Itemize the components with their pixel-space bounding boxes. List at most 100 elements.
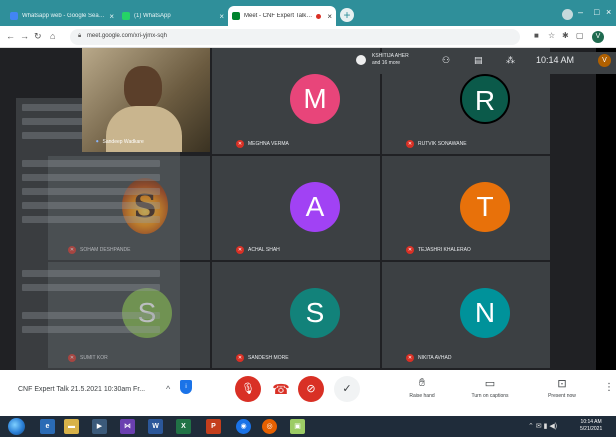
screen: Whatsapp web - Google Search × (1) Whats… [0, 0, 616, 437]
more-options-icon[interactable]: ⋮ [604, 382, 614, 393]
present-label: Present now [548, 393, 576, 399]
address-bar: ← → ↻ ⌂ 🔒︎ meet.google.com/xri-yjmx-sqh … [0, 26, 616, 48]
name-text: RUTVIK SONAWANE [418, 141, 467, 147]
close-window-icon[interactable]: × [606, 7, 611, 17]
document-line [22, 188, 160, 195]
participant-avatar: S [290, 288, 340, 338]
participant-tile[interactable]: T ✕ TEJASHRI KHALERAO [382, 156, 550, 260]
document-line [22, 284, 160, 291]
taskbar-clock[interactable]: 10:14 AM 5/21/2021 [580, 419, 602, 433]
check-icon: ✓ [342, 383, 352, 395]
avatar-initial: A [305, 191, 325, 222]
close-icon[interactable]: × [109, 12, 114, 21]
meeting-title[interactable]: CNF Expert Talk 21.5.2021 10:30am Fr... [18, 386, 145, 393]
start-button[interactable] [8, 418, 25, 435]
camera-toggle-button[interactable]: ⊘ [298, 376, 324, 402]
firefox-icon[interactable]: ◎ [262, 419, 277, 434]
participant-tile[interactable]: A ✕ ACHAL SHAH [212, 156, 380, 260]
system-tray-icons[interactable]: ⌃ ✉ ▮ ◀︎) [528, 422, 557, 430]
visual-studio-icon[interactable]: ⋈ [120, 419, 135, 434]
camera-name-label: ⦁ Sandeep Wadkare [96, 139, 144, 145]
maximize-icon[interactable]: □ [594, 7, 599, 17]
mic-off-icon: ✕ [236, 246, 244, 254]
participant-name: ✕ MEGHNA VERMA [236, 140, 289, 148]
clock-time: 10:14 AM [580, 419, 602, 425]
close-icon[interactable]: × [327, 12, 332, 21]
self-camera-tile[interactable]: ⦁ Sandeep Wadkare [82, 48, 210, 152]
new-tab-button[interactable]: + [340, 8, 354, 22]
recording-icon [316, 13, 322, 19]
profile-icon[interactable] [562, 9, 573, 20]
chrome-icon[interactable]: ◉ [236, 419, 251, 434]
participant-name: ✕ SANDESH MORE [236, 354, 289, 362]
close-icon[interactable]: × [219, 12, 224, 21]
tab-meet[interactable]: Meet - CNF Expert Talk 21.5 × [228, 6, 336, 26]
browser-tab-strip: Whatsapp web - Google Search × (1) Whats… [0, 0, 616, 26]
url-input[interactable]: 🔒︎ meet.google.com/xri-yjmx-sqh [70, 29, 520, 45]
name-text: ACHAL SHAH [248, 247, 280, 253]
app-icon[interactable]: ▣ [290, 419, 305, 434]
confirm-button[interactable]: ✓ [334, 376, 360, 402]
mic-off-icon: ✕ [406, 140, 414, 148]
chevron-up-icon[interactable]: ^ [166, 384, 170, 394]
stage-edge [596, 48, 616, 370]
name-text: SANDESH MORE [248, 355, 289, 361]
leave-call-button[interactable]: ☎︎ [268, 376, 294, 402]
meet-favicon-icon [232, 12, 240, 20]
participant-name: ✕ TEJASHRI KHALERAO [406, 246, 471, 254]
participants-summary[interactable]: KSHITIJA AHER and 16 more [372, 53, 432, 67]
activities-icon[interactable]: ⁂ [506, 55, 515, 66]
document-line [22, 202, 160, 209]
participant-tile[interactable]: N ✕ NIKITA AVHAD [382, 262, 550, 368]
raise-hand-label: Raise hand [409, 393, 435, 399]
windows-taskbar: e ▬ ▶ ⋈ W X P ◉ ◎ ▣ ⌃ ✉ ▮ ◀︎) 10:14 AM 5… [0, 416, 616, 437]
powerpoint-icon[interactable]: P [206, 419, 221, 434]
media-player-icon[interactable]: ▶ [92, 419, 107, 434]
url-text: meet.google.com/xri-yjmx-sqh [86, 33, 167, 39]
minimize-icon[interactable]: – [578, 7, 583, 17]
clock-date: 5/21/2021 [580, 426, 603, 432]
excel-icon[interactable]: X [176, 419, 191, 434]
name-text: TEJASHRI KHALERAO [418, 247, 471, 253]
captions-button[interactable]: ▭ Turn on captions [460, 377, 520, 399]
chat-icon[interactable]: ▤ [474, 55, 483, 66]
extension-icon[interactable]: ✱ [562, 31, 569, 40]
word-icon[interactable]: W [148, 419, 163, 434]
account-avatar[interactable]: V [592, 31, 604, 43]
document-line [22, 270, 160, 277]
forward-icon[interactable]: → [20, 31, 29, 41]
back-icon[interactable]: ← [6, 31, 15, 41]
captions-label: Turn on captions [471, 393, 509, 399]
captions-icon: ▭ [484, 378, 496, 390]
reload-icon[interactable]: ↻ [34, 31, 42, 42]
participant-name: ✕ RUTVIK SONAWANE [406, 140, 467, 148]
tab-whatsapp[interactable]: (1) WhatsApp × [118, 6, 228, 26]
ie-icon[interactable]: e [40, 419, 55, 434]
participant-avatar-chip [356, 55, 366, 65]
avatar-initial: M [303, 83, 327, 114]
mic-off-icon: ✕ [406, 246, 414, 254]
person-head [124, 66, 162, 110]
self-avatar[interactable]: V [598, 54, 611, 67]
present-now-button[interactable]: ⊡ Present now [540, 377, 584, 399]
file-explorer-icon[interactable]: ▬ [64, 419, 79, 434]
participant-avatar: A [290, 182, 340, 232]
participant-tile[interactable]: S ✕ SANDESH MORE [212, 262, 380, 368]
tab-google-search[interactable]: Whatsapp web - Google Search × [6, 6, 118, 26]
camera-permission-icon[interactable]: ■ [534, 31, 539, 40]
mic-toggle-button[interactable]: 🎙︎ [235, 376, 261, 402]
cast-icon[interactable]: ▢ [576, 31, 584, 40]
participants-more: and 16 more [372, 60, 401, 66]
tab-title: Meet - CNF Expert Talk 21.5 [244, 13, 314, 19]
participant-avatar: R [460, 74, 510, 124]
raise-hand-button[interactable]: ✋︎ Raise hand [404, 377, 440, 399]
shield-icon[interactable]: i [180, 380, 192, 394]
people-icon[interactable]: ⚇ [442, 55, 450, 66]
whatsapp-favicon-icon [122, 12, 130, 20]
home-icon[interactable]: ⌂ [50, 31, 55, 41]
bookmark-star-icon[interactable]: ☆ [548, 31, 555, 40]
name-text: Sandeep Wadkare [102, 139, 144, 145]
document-line [22, 312, 160, 319]
document-line [22, 174, 160, 181]
phone-hangup-icon: ☎︎ [272, 381, 290, 397]
